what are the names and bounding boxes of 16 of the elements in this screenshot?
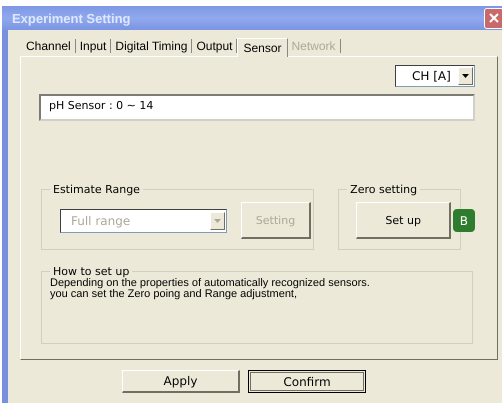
description-text: Depending on the properties of automatically recognized sensors. xyxy=(50,278,371,289)
group-title: How to set up xyxy=(52,265,130,278)
dialog-button[interactable]: Apply xyxy=(122,370,240,393)
group-title: Zero setting xyxy=(349,183,418,196)
tab[interactable]: Input xyxy=(76,39,112,53)
description-text: you can set the Zero poing and Range adjustment, xyxy=(50,289,298,300)
channel-dropdown[interactable]: CH [A] xyxy=(395,65,475,87)
badge: B xyxy=(452,209,475,232)
sensor-info-field: pH Sensor : 0 ~ 14 xyxy=(39,94,475,121)
tab[interactable]: Digital Timing xyxy=(111,39,192,53)
dialog-button[interactable]: Confirm xyxy=(248,370,366,393)
set-up-button[interactable]: Set up xyxy=(356,202,452,239)
tab[interactable]: Channel xyxy=(22,39,76,53)
group-title: Estimate Range xyxy=(52,183,141,196)
window-title: Experiment Setting xyxy=(12,10,130,26)
tab[interactable]: Sensor xyxy=(237,38,288,57)
